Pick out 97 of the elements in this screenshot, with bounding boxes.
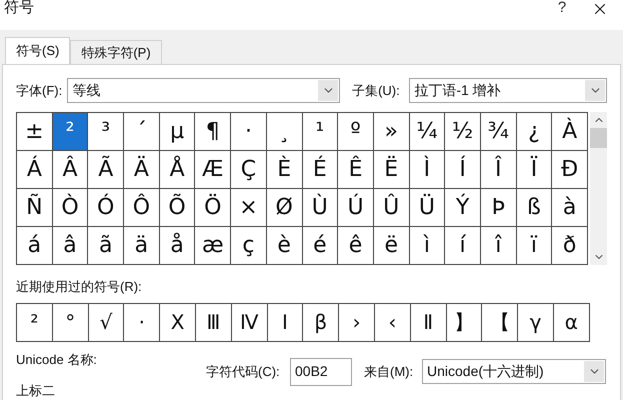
symbol-cell[interactable]: ³ xyxy=(88,113,124,151)
symbol-cell[interactable]: Ý xyxy=(445,189,481,227)
recent-symbol[interactable]: Ⅳ xyxy=(232,304,268,342)
symbol-cell[interactable]: ¸ xyxy=(266,113,302,151)
recent-symbol[interactable]: 【 xyxy=(482,304,518,342)
symbol-cell[interactable]: µ xyxy=(160,113,196,151)
recent-symbol[interactable]: 】 xyxy=(446,304,482,342)
symbol-cell[interactable]: Ô xyxy=(124,189,160,227)
symbol-cell[interactable]: º xyxy=(338,113,374,151)
recent-symbol[interactable]: β xyxy=(303,304,340,342)
font-dropdown[interactable]: 等线 xyxy=(67,78,340,103)
symbol-cell[interactable]: Ø xyxy=(266,189,302,227)
symbol-cell[interactable]: ë xyxy=(374,227,410,265)
symbol-cell[interactable]: å xyxy=(160,227,196,265)
scroll-thumb[interactable] xyxy=(590,128,607,148)
symbol-cell[interactable]: Ä xyxy=(124,151,160,189)
symbol-cell[interactable]: · xyxy=(231,113,267,151)
symbol-cell[interactable]: Ò xyxy=(52,189,88,227)
recent-symbol[interactable]: Ⅱ xyxy=(410,304,447,342)
symbol-cell[interactable]: Þ xyxy=(480,189,517,227)
window-title: 符号 xyxy=(4,0,34,16)
symbol-cell[interactable]: Ó xyxy=(88,189,124,227)
symbol-cell[interactable]: ã xyxy=(88,227,124,265)
symbol-cell[interactable]: î xyxy=(480,227,517,265)
symbol-cell[interactable]: Á xyxy=(17,151,53,189)
symbol-cell[interactable]: É xyxy=(302,151,338,189)
recent-label: 近期使用过的符号(R): xyxy=(16,278,143,296)
symbol-cell[interactable]: ² xyxy=(52,113,88,151)
symbol-cell[interactable]: Â xyxy=(52,151,88,189)
recent-symbol[interactable]: Ⅰ xyxy=(268,304,304,342)
scrollbar[interactable] xyxy=(590,112,607,265)
symbol-cell[interactable]: ç xyxy=(231,227,267,265)
symbol-cell[interactable]: ¹ xyxy=(302,113,338,151)
symbol-cell[interactable]: Ù xyxy=(302,189,338,227)
symbol-cell[interactable]: À xyxy=(552,113,588,151)
recent-symbol[interactable]: Ⅲ xyxy=(196,304,232,342)
symbol-cell[interactable]: ï xyxy=(516,227,552,265)
symbol-cell[interactable]: ß xyxy=(516,189,552,227)
unicode-name-value: 上标二 xyxy=(16,382,56,400)
recent-symbol[interactable]: α xyxy=(554,304,590,342)
symbol-cell[interactable]: á xyxy=(17,227,53,265)
symbol-cell[interactable]: à xyxy=(552,189,588,227)
symbol-cell[interactable]: Ê xyxy=(338,151,374,189)
symbol-cell[interactable]: ä xyxy=(124,227,160,265)
recent-symbol[interactable]: γ xyxy=(518,304,554,342)
symbol-cell[interactable]: Ï xyxy=(516,151,552,189)
font-label: 字体(F): xyxy=(16,82,64,100)
symbol-cell[interactable]: Æ xyxy=(195,151,232,189)
symbol-cell[interactable]: ¾ xyxy=(480,113,517,151)
tab[interactable]: 符号(S) xyxy=(5,37,70,64)
tab[interactable]: 特殊字符(P) xyxy=(70,40,162,64)
symbol-cell[interactable]: æ xyxy=(195,227,232,265)
unicode-name-label: Unicode 名称: xyxy=(16,350,98,368)
help-button[interactable]: ? xyxy=(547,0,577,16)
symbol-cell[interactable]: Ã xyxy=(88,151,124,189)
char-code-label: 字符代码(C): xyxy=(206,362,281,381)
symbol-cell[interactable]: ´ xyxy=(124,113,160,151)
symbol-cell[interactable]: Í xyxy=(445,151,481,189)
subset-label: 子集(U): xyxy=(352,82,401,100)
symbol-cell[interactable]: » xyxy=(374,113,410,151)
symbol-cell[interactable]: é xyxy=(302,227,338,265)
symbol-cell[interactable]: Ñ xyxy=(17,189,53,227)
symbol-cell[interactable]: ± xyxy=(17,113,53,151)
symbol-cell[interactable]: ¿ xyxy=(516,113,552,151)
symbol-cell[interactable]: ½ xyxy=(445,113,481,151)
symbol-cell[interactable]: í xyxy=(445,227,481,265)
symbol-cell[interactable]: Å xyxy=(160,151,196,189)
recent-symbol[interactable]: Ⅹ xyxy=(160,304,196,342)
recent-symbol[interactable]: ² xyxy=(17,304,53,342)
symbol-cell[interactable]: Î xyxy=(480,151,517,189)
char-code-input[interactable]: 00B2 xyxy=(290,358,352,386)
symbol-cell[interactable]: Ë xyxy=(374,151,410,189)
symbol-cell[interactable]: È xyxy=(266,151,302,189)
recent-symbol[interactable]: › xyxy=(339,304,375,342)
symbol-cell[interactable]: Ð xyxy=(552,151,588,189)
symbol-cell[interactable]: ê xyxy=(338,227,374,265)
subset-dropdown[interactable]: 拉丁语-1 增补 xyxy=(409,78,607,103)
recent-symbol[interactable]: ° xyxy=(52,304,89,342)
symbol-cell[interactable]: è xyxy=(266,227,302,265)
from-dropdown[interactable]: Unicode(十六进制) xyxy=(422,359,606,384)
symbol-cell[interactable]: × xyxy=(231,189,267,227)
symbol-cell[interactable]: Õ xyxy=(160,189,196,227)
from-label: 来自(M): xyxy=(364,362,414,381)
symbol-cell[interactable]: ¶ xyxy=(195,113,232,151)
symbol-cell[interactable]: ì xyxy=(410,227,446,265)
symbol-cell[interactable]: Ú xyxy=(338,189,374,227)
symbol-cell[interactable]: Ç xyxy=(231,151,267,189)
symbol-cell[interactable]: â xyxy=(52,227,88,265)
recent-symbol[interactable]: √ xyxy=(88,304,124,342)
symbol-cell[interactable]: Ü xyxy=(410,189,446,227)
symbol-cell[interactable]: Û xyxy=(374,189,410,227)
symbol-cell[interactable]: Ö xyxy=(195,189,232,227)
recent-symbol[interactable]: · xyxy=(124,304,160,342)
symbol-cell[interactable]: Ì xyxy=(410,151,446,189)
symbol-cell[interactable]: ¼ xyxy=(410,113,446,151)
recent-symbol[interactable]: ‹ xyxy=(374,304,411,342)
symbol-cell[interactable]: ð xyxy=(552,227,588,265)
